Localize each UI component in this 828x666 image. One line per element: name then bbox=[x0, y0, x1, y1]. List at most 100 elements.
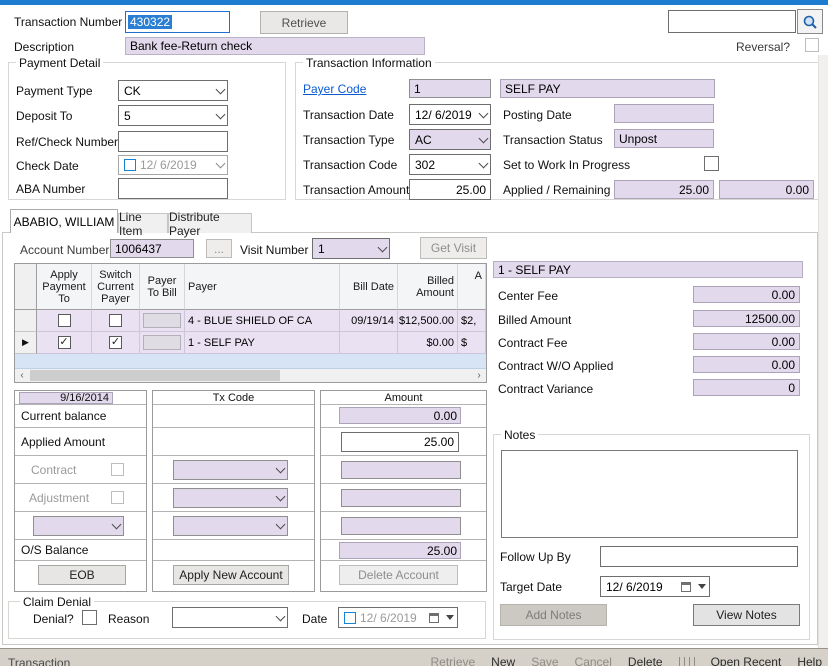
checkbox-unchecked[interactable] bbox=[58, 314, 71, 327]
payer-code-link[interactable]: Payer Code bbox=[303, 82, 366, 96]
tab-distribute-payer[interactable]: Distribute Payer bbox=[168, 213, 252, 233]
window-top-accent-bar bbox=[0, 0, 828, 5]
col-header-bill-date[interactable]: Bill Date bbox=[340, 264, 398, 310]
chevron-down-icon bbox=[479, 133, 489, 143]
statusbar-delete-button[interactable]: Delete bbox=[628, 655, 663, 666]
statusbar-help-button[interactable]: Help bbox=[797, 655, 822, 666]
applied-remaining-label: Applied / Remaining bbox=[503, 183, 610, 197]
extra-txcode-select[interactable] bbox=[173, 516, 288, 536]
ref-check-number-input[interactable] bbox=[118, 131, 228, 152]
reversal-checkbox[interactable] bbox=[805, 38, 819, 52]
statusbar-save-button[interactable]: Save bbox=[531, 655, 558, 666]
visit-number-select[interactable]: 1 bbox=[312, 238, 390, 259]
row-selector[interactable] bbox=[15, 310, 37, 332]
delete-account-button[interactable]: Delete Account bbox=[339, 565, 458, 585]
scroll-left-arrow-icon[interactable]: ‹ bbox=[15, 369, 29, 382]
billed-amount-cell[interactable]: $0.00 bbox=[398, 332, 458, 354]
get-visit-button[interactable]: Get Visit bbox=[420, 237, 487, 259]
col-header-billed-amount[interactable]: Billed Amount bbox=[398, 264, 458, 310]
transaction-code-select[interactable]: 302 bbox=[409, 154, 491, 175]
contract-fee-value: 0.00 bbox=[693, 333, 800, 350]
transaction-number-input[interactable]: 430322 bbox=[125, 11, 230, 33]
payer-name-value: SELF PAY bbox=[500, 79, 715, 98]
adjustment-txcode-select[interactable] bbox=[173, 488, 288, 508]
denial-reason-select[interactable] bbox=[172, 607, 288, 628]
applied-amount-input[interactable]: 25.00 bbox=[341, 432, 459, 452]
follow-up-by-input[interactable] bbox=[600, 546, 798, 567]
col-header-payer-to-bill[interactable]: Payer To Bill bbox=[140, 264, 185, 310]
contract-amount-box[interactable] bbox=[341, 461, 461, 479]
statusbar-open-recent-button[interactable]: Open Recent bbox=[711, 655, 782, 666]
col-header-partial[interactable]: A bbox=[458, 264, 486, 310]
wip-checkbox[interactable] bbox=[704, 156, 719, 171]
view-notes-button[interactable]: View Notes bbox=[693, 604, 800, 626]
statusbar-new-button[interactable]: New bbox=[491, 655, 515, 666]
extra-code-row bbox=[15, 512, 146, 540]
contract-txcode-select[interactable] bbox=[173, 460, 288, 480]
contract-checkbox[interactable] bbox=[111, 463, 124, 476]
transaction-amount-input[interactable]: 25.00 bbox=[409, 179, 491, 200]
col-header-payer[interactable]: Payer bbox=[185, 264, 340, 310]
transaction-date-picker[interactable]: 12/ 6/2019 bbox=[409, 104, 491, 125]
payer-cell[interactable]: 4 - BLUE SHIELD OF CA bbox=[185, 310, 340, 332]
grid-horizontal-scrollbar[interactable]: ‹ › bbox=[15, 369, 486, 382]
checkbox-checked[interactable]: ✓ bbox=[109, 336, 122, 349]
denial-checkbox[interactable] bbox=[82, 610, 97, 625]
denial-date-checkbox[interactable] bbox=[344, 612, 356, 624]
denial-date-picker[interactable]: 12/ 6/2019 bbox=[338, 607, 458, 628]
payer-to-bill-cell[interactable] bbox=[140, 332, 185, 354]
scrollbar-thumb[interactable] bbox=[30, 370, 280, 381]
switch-payer-checkbox-cell[interactable]: ✓ bbox=[92, 332, 140, 354]
payer-to-bill-cell[interactable] bbox=[140, 310, 185, 332]
target-date-picker[interactable]: 12/ 6/2019 bbox=[600, 576, 710, 597]
apply-payment-checkbox-cell[interactable]: ✓ bbox=[37, 332, 92, 354]
partial-amount-cell[interactable]: $ bbox=[458, 332, 486, 354]
wip-label: Set to Work In Progress bbox=[503, 158, 630, 172]
switch-payer-checkbox-cell[interactable] bbox=[92, 310, 140, 332]
search-button[interactable] bbox=[797, 9, 823, 34]
scroll-right-arrow-icon[interactable]: › bbox=[472, 369, 486, 382]
payer-cell[interactable]: 1 - SELF PAY bbox=[185, 332, 340, 354]
col-header-switch-current-payer[interactable]: Switch Current Payer bbox=[92, 264, 140, 310]
account-browse-button[interactable]: ... bbox=[206, 239, 232, 258]
eob-button[interactable]: EOB bbox=[38, 565, 126, 585]
notes-textarea[interactable] bbox=[501, 450, 798, 538]
aba-number-input[interactable] bbox=[118, 178, 228, 199]
adjustment-amount-cell bbox=[321, 484, 486, 512]
transaction-type-select[interactable]: AC bbox=[409, 129, 491, 150]
col-header-apply-payment-to[interactable]: Apply Payment To bbox=[37, 264, 92, 310]
current-payer-header: 1 - SELF PAY bbox=[493, 261, 803, 278]
statusbar-cancel-button[interactable]: Cancel bbox=[575, 655, 612, 666]
chevron-down-icon bbox=[479, 158, 489, 168]
transaction-window: Transaction Number 430322 Retrieve Descr… bbox=[0, 0, 828, 665]
search-input[interactable] bbox=[668, 10, 796, 33]
empty-cell bbox=[153, 540, 314, 561]
apply-table-amount-column: Amount 0.00 25.00 25.00 Delete Account bbox=[320, 390, 487, 592]
add-notes-button[interactable]: Add Notes bbox=[500, 604, 607, 626]
tab-line-item[interactable]: Line Item bbox=[118, 213, 168, 233]
retrieve-button[interactable]: Retrieve bbox=[260, 11, 348, 34]
adjustment-amount-box[interactable] bbox=[341, 489, 461, 507]
applied-amount-row: Applied Amount bbox=[15, 428, 146, 456]
statusbar-retrieve-button[interactable]: Retrieve bbox=[430, 655, 475, 666]
bill-date-cell[interactable] bbox=[340, 332, 398, 354]
checkbox-unchecked[interactable] bbox=[109, 314, 122, 327]
description-label: Description bbox=[14, 40, 74, 54]
checkbox-checked[interactable]: ✓ bbox=[58, 336, 71, 349]
check-date-checkbox[interactable] bbox=[124, 159, 136, 171]
payment-type-select[interactable]: CK bbox=[118, 80, 228, 101]
partial-amount-cell[interactable]: $2, bbox=[458, 310, 486, 332]
row-selector-current[interactable]: ▶ bbox=[15, 332, 37, 354]
deposit-to-select[interactable]: 5 bbox=[118, 105, 228, 126]
adjustment-checkbox[interactable] bbox=[111, 491, 124, 504]
extra-type-select[interactable] bbox=[33, 516, 124, 536]
follow-up-by-label: Follow Up By bbox=[500, 550, 571, 564]
extra-amount-box[interactable] bbox=[341, 517, 461, 535]
apply-payment-checkbox-cell[interactable] bbox=[37, 310, 92, 332]
tab-patient[interactable]: ABABIO, WILLIAM bbox=[10, 209, 118, 233]
chevron-down-icon bbox=[276, 492, 286, 502]
billed-amount-cell[interactable]: $12,500.00 bbox=[398, 310, 458, 332]
check-date-picker[interactable]: 12/ 6/2019 bbox=[118, 155, 228, 175]
apply-new-account-button[interactable]: Apply New Account bbox=[173, 565, 289, 585]
bill-date-cell[interactable]: 09/19/14 bbox=[340, 310, 398, 332]
